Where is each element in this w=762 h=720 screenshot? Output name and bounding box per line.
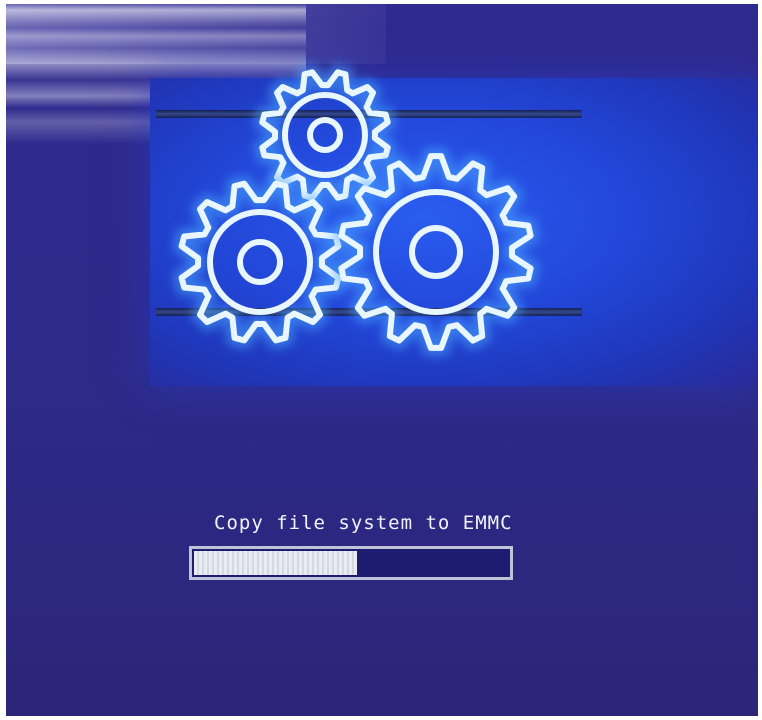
gears-icon	[172, 63, 540, 356]
large-gear-icon-hub	[409, 225, 463, 279]
large-gear-icon-glow	[332, 148, 540, 356]
small-gear-icon-hub	[307, 117, 343, 153]
small-gear-icon-ring	[282, 92, 368, 178]
left-gear-icon-hub	[237, 239, 283, 285]
status-message: Copy file system to EMMC	[214, 512, 513, 534]
progress-bar	[189, 546, 513, 580]
screen-glare	[6, 4, 386, 64]
boot-screen: Copy file system to EMMC	[6, 4, 758, 716]
left-gear-icon-ring	[207, 209, 313, 315]
large-gear-icon-ring	[373, 189, 499, 315]
progress-fill	[194, 551, 357, 575]
